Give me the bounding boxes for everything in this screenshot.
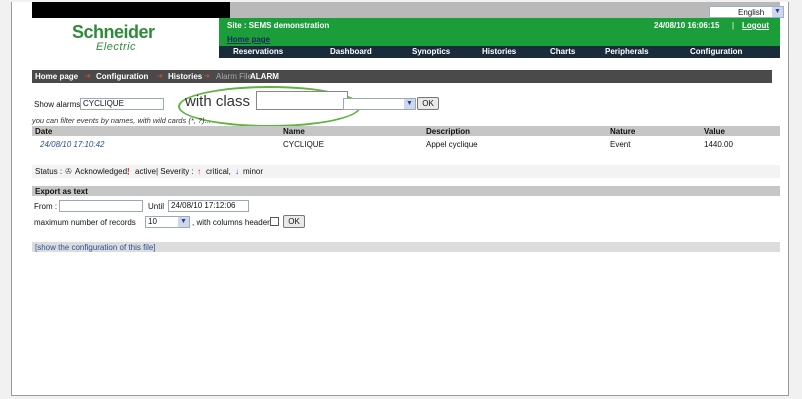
max-records-label: maximum number of records — [34, 218, 136, 227]
column-nature: Nature — [610, 127, 636, 136]
logout-link[interactable]: Logout — [742, 21, 769, 30]
minor-arrow-icon: ↓ — [235, 167, 239, 176]
table-row: 24/08/10 17:10:42 CYCLIQUE Appel cycliqu… — [32, 138, 780, 150]
row-nature: Event — [610, 140, 631, 149]
menu-item-configuration[interactable]: Configuration — [690, 47, 742, 56]
export-ok-button[interactable]: OK — [283, 215, 305, 228]
language-value: English — [738, 8, 765, 17]
column-name: Name — [283, 127, 305, 136]
site-title: Site : SEMS demonstration — [227, 21, 330, 30]
main-menu: Reservations Dashboard Synoptics Histori… — [219, 46, 780, 58]
breadcrumb-file-name: ALARM — [250, 72, 279, 81]
active-icon: ! — [127, 167, 130, 176]
arrow-right-icon: ➔ — [157, 73, 163, 80]
acknowledged-text: Acknowledged, — [75, 167, 130, 176]
menu-item-dashboard[interactable]: Dashboard — [330, 47, 372, 56]
columns-header-checkbox[interactable] — [270, 217, 279, 226]
from-input[interactable] — [59, 200, 143, 212]
menu-item-peripherals[interactable]: Peripherals — [605, 47, 649, 56]
columns-header-label: , with columns header — [192, 218, 270, 227]
breadcrumb-histories[interactable]: Histories — [168, 72, 202, 81]
chevron-down-icon[interactable]: ▼ — [178, 217, 189, 227]
top-gray-bar — [230, 2, 780, 18]
class-select[interactable]: ▼ — [343, 98, 416, 110]
row-description: Appel cyclique — [426, 140, 478, 149]
menu-item-histories[interactable]: Histories — [482, 47, 516, 56]
config-bar: [show the configuration of this file] — [32, 242, 780, 252]
row-value: 1440.00 — [704, 140, 733, 149]
logo-text-top: Schneider — [72, 22, 155, 42]
column-description: Description — [426, 127, 471, 136]
site-header: Site : SEMS demonstration Home page 24/0… — [219, 18, 780, 46]
critical-text: critical, — [206, 167, 231, 176]
minor-text: minor — [243, 167, 264, 176]
breadcrumb-configuration[interactable]: Configuration — [96, 72, 148, 81]
chevron-down-icon[interactable]: ▼ — [404, 99, 415, 109]
max-records-select[interactable]: 10 ▼ — [145, 216, 190, 228]
schneider-logo: Schneider Electric — [72, 22, 182, 62]
until-label: Until — [148, 202, 165, 211]
chevron-down-icon[interactable]: ▼ — [772, 7, 783, 17]
status-legend: Status : ✇ Acknowledged, ! active | Seve… — [32, 165, 780, 178]
menu-item-synoptics[interactable]: Synoptics — [412, 47, 450, 56]
severity-label: | Severity : — [156, 167, 194, 176]
alarm-name-input[interactable]: CYCLIQUE — [80, 98, 164, 110]
from-label: From : — [34, 202, 58, 211]
show-alarms-label: Show alarms — [34, 100, 81, 109]
row-name: CYCLIQUE — [283, 140, 324, 149]
export-title: Export as text — [35, 187, 88, 196]
filter-ok-button[interactable]: OK — [417, 97, 439, 110]
max-records-value: 10 — [148, 217, 157, 226]
breadcrumb-file-label: Alarm File — [216, 72, 253, 81]
logo-text-bottom: Electric — [96, 41, 137, 53]
menu-item-reservations[interactable]: Reservations — [233, 47, 283, 56]
show-config-link[interactable]: [show the configuration of this file] — [35, 243, 156, 252]
arrow-right-icon: ➔ — [85, 73, 91, 80]
arrow-right-icon: ➔ — [204, 73, 210, 80]
acknowledged-icon: ✇ — [65, 167, 72, 176]
row-date-link[interactable]: 24/08/10 17:10:42 — [40, 140, 105, 149]
alarms-table-header: Date Name Description Nature Value — [32, 126, 780, 136]
filter-hint: you can filter events by names, with wil… — [32, 116, 211, 125]
breadcrumb: Home page ➔ Configuration ➔ Histories ➔ … — [32, 70, 772, 83]
status-label: Status : — [35, 167, 63, 176]
with-class-label: with class — [185, 93, 251, 110]
critical-arrow-icon: ↑ — [197, 167, 201, 176]
header-datetime: 24/08/10 16:06:15 — [654, 21, 720, 30]
class-input[interactable] — [256, 91, 348, 110]
export-header: Export as text — [32, 186, 780, 196]
page-frame: English ▼ Schneider Electric Site : SEMS… — [11, 2, 789, 396]
breadcrumb-home[interactable]: Home page — [35, 72, 78, 81]
language-select[interactable]: English ▼ — [709, 6, 784, 18]
column-date: Date — [35, 127, 53, 136]
menu-item-charts[interactable]: Charts — [550, 47, 575, 56]
active-text: active — [135, 167, 156, 176]
column-value: Value — [704, 127, 725, 136]
until-input[interactable]: 24/08/10 17:12:06 — [168, 200, 249, 212]
header-separator: | — [732, 21, 735, 30]
home-page-link[interactable]: Home page — [227, 35, 270, 44]
top-black-bar — [32, 2, 230, 18]
